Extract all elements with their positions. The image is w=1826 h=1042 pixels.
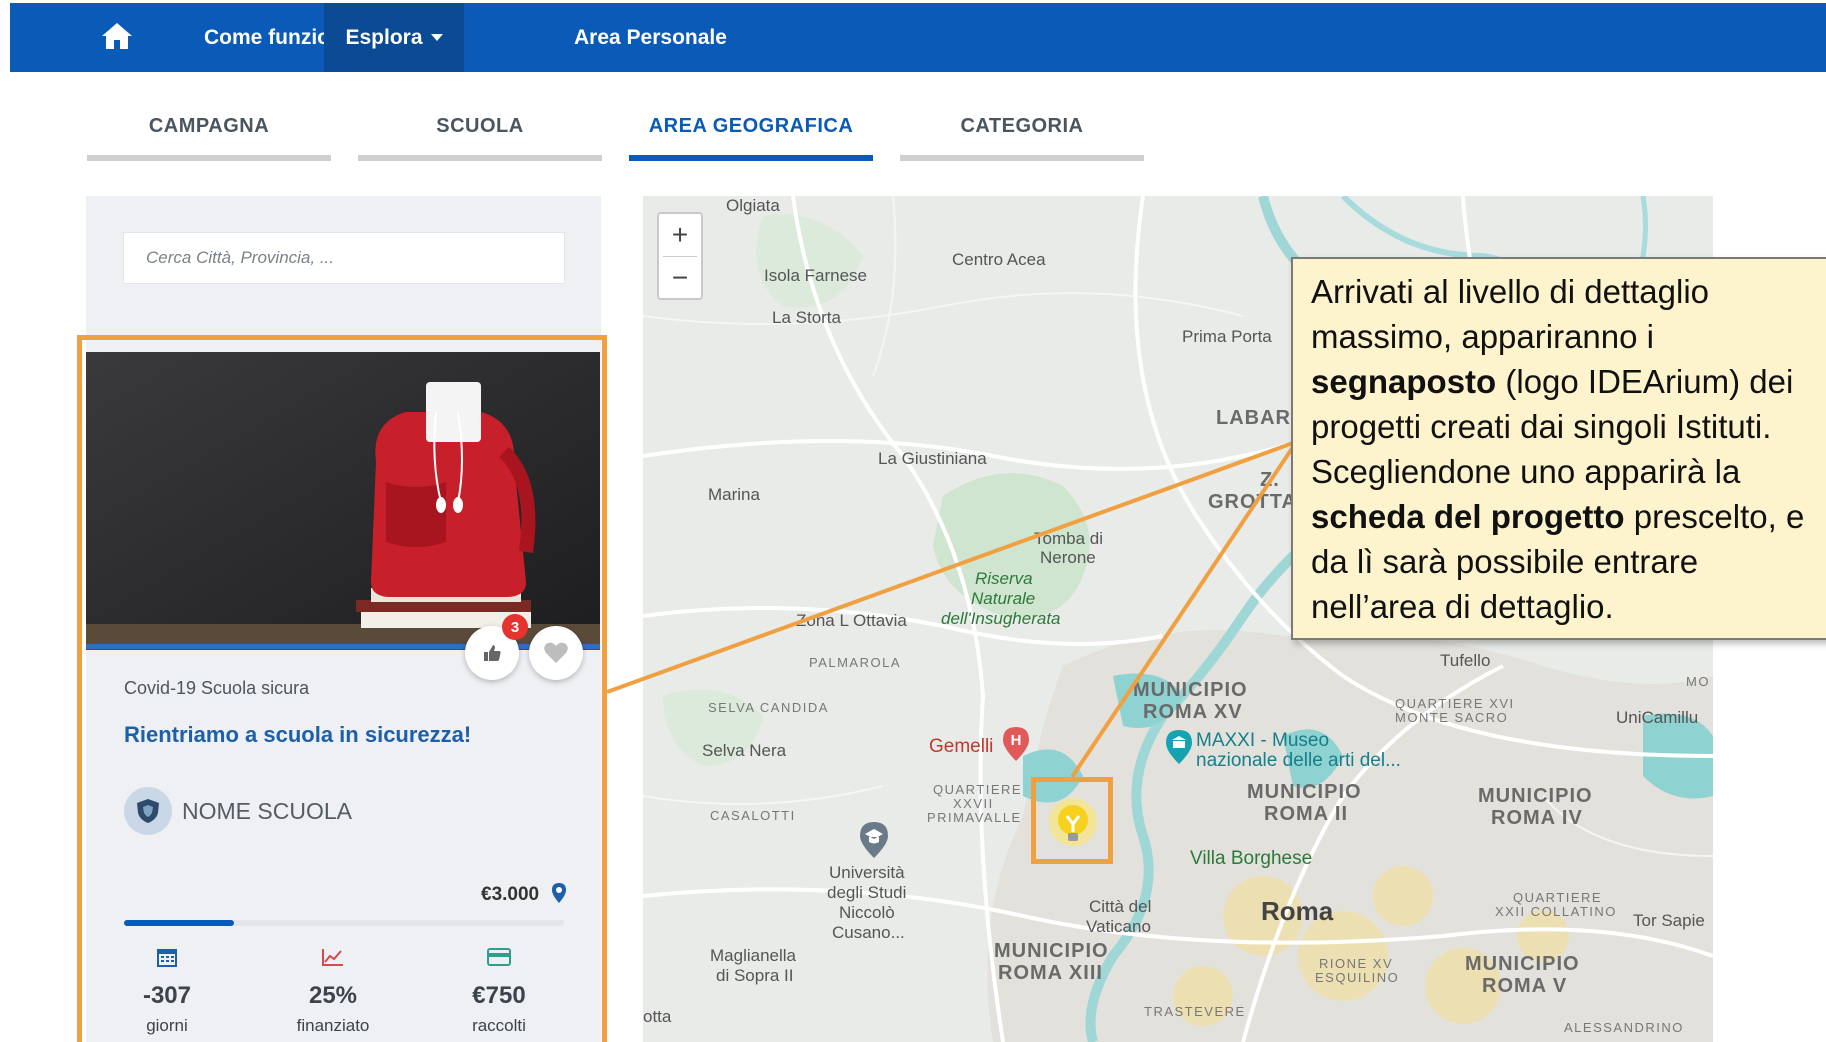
map-label: SELVA CANDIDA [708, 700, 829, 715]
nav-area-personale[interactable]: Area Personale [550, 3, 751, 72]
map-label: Roma [1261, 896, 1334, 926]
map-label: nazionale delle arti del... [1196, 750, 1401, 771]
map-label: Zona L Ottavia [796, 611, 907, 630]
map-label: Maglianella [710, 946, 796, 965]
map-label: MAXXI - Museo [1196, 730, 1330, 751]
map-label: LABAR [1216, 407, 1291, 429]
map-label: Niccolò [839, 903, 895, 922]
map-label: Naturale [971, 589, 1036, 608]
map-label: Nerone [1040, 548, 1096, 567]
map-label: MUNICIPIO [1133, 679, 1248, 701]
zoom-out-button[interactable]: − [659, 257, 701, 299]
map-label: Tomba di [1034, 529, 1103, 548]
map-label: Città del [1089, 897, 1152, 916]
map-label: MUNICIPIO [1465, 953, 1580, 975]
map-label: La Storta [772, 308, 841, 327]
map-label: QUARTIERE [1513, 890, 1603, 905]
nav-label: Area Personale [574, 25, 727, 49]
callout-text: Arrivati al livello di dettaglio massimo… [1311, 273, 1710, 355]
top-navbar: Come funziona Esplora Area Personale [10, 3, 1826, 72]
map-label: ROMA V [1482, 975, 1568, 997]
map-label: Tor Sapie [1633, 911, 1705, 930]
hospital-icon[interactable]: H [1002, 726, 1030, 767]
map-label: GROTTA [1208, 491, 1297, 513]
map-label: Z. [1260, 469, 1280, 491]
map-label: Selva Nera [702, 741, 787, 760]
map-label: MUNICIPIO [1247, 781, 1362, 803]
zoom-control: + − [657, 212, 703, 300]
tab-categoria[interactable]: CATEGORIA [900, 105, 1144, 161]
card-highlight-frame [77, 335, 607, 1042]
map-label: Centro Acea [952, 250, 1046, 269]
callout-bold: scheda del progetto [1311, 498, 1625, 535]
map-label: otta [643, 1007, 672, 1026]
svg-text:H: H [1011, 732, 1022, 749]
map-label: QUARTIERE [933, 782, 1023, 797]
map-label: XXVII [953, 796, 994, 811]
map-label: Marina [708, 485, 760, 504]
map-label: ALESSANDRINO [1564, 1020, 1684, 1035]
map-label: RIONE XV [1319, 956, 1394, 971]
page: Come funziona Esplora Area Personale CAM… [0, 0, 1826, 1042]
callout-bold: segnaposto [1311, 363, 1497, 400]
map-label: MUNICIPIO [1478, 785, 1593, 807]
map-label: Tufello [1440, 651, 1491, 670]
map-label: QUARTIERE XVI [1395, 696, 1515, 711]
map-label: PRIMAVALLE [927, 810, 1022, 825]
nav-label: Esplora [345, 25, 423, 49]
map-label: MO [1686, 674, 1710, 689]
tab-scuola[interactable]: SCUOLA [358, 105, 602, 161]
map-label: Cusano... [832, 923, 905, 942]
map-label: CASALOTTI [710, 808, 796, 823]
map-label: ROMA XIII [998, 962, 1103, 984]
map-label: ROMA II [1264, 803, 1349, 825]
map-label: Vaticano [1086, 917, 1151, 936]
map-label: Prima Porta [1182, 327, 1272, 346]
caret-down-icon [430, 34, 443, 41]
annotation-callout: Arrivati al livello di dettaglio massimo… [1291, 257, 1826, 640]
zoom-in-button[interactable]: + [659, 214, 701, 256]
search-input[interactable] [123, 232, 565, 284]
map-label: MUNICIPIO [994, 940, 1109, 962]
map-label: La Giustiniana [878, 449, 987, 468]
map-label: UniCamillu [1616, 708, 1699, 727]
map-label: Isola Farnese [764, 266, 867, 285]
map-label: Olgiata [726, 196, 780, 215]
map-label: dell'Insugherata [941, 609, 1061, 628]
tab-area-geografica[interactable]: AREA GEOGRAFICA [629, 105, 873, 161]
map-label: degli Studi [827, 883, 907, 902]
map-label: Riserva [975, 569, 1033, 588]
home-icon[interactable] [100, 21, 134, 53]
map-label: ROMA XV [1143, 701, 1243, 723]
university-icon[interactable] [859, 821, 889, 864]
tab-campagna[interactable]: CAMPAGNA [87, 105, 331, 161]
map-label: di Sopra II [716, 966, 794, 985]
map-label: TRASTEVERE [1144, 1004, 1246, 1019]
map-label: Villa Borghese [1190, 848, 1313, 869]
map-label: Università [829, 863, 905, 882]
map-label: ROMA IV [1491, 807, 1583, 829]
map-label: PALMAROLA [809, 655, 902, 670]
map-label: ESQUILINO [1315, 970, 1400, 985]
map-label: MONTE SACRO [1395, 710, 1509, 725]
museum-icon[interactable] [1165, 729, 1193, 770]
map-label: XXII COLLATINO [1495, 904, 1617, 919]
marker-highlight-frame [1031, 777, 1113, 864]
nav-esplora-dropdown[interactable]: Esplora [324, 3, 464, 72]
map-label: Gemelli [929, 736, 994, 757]
